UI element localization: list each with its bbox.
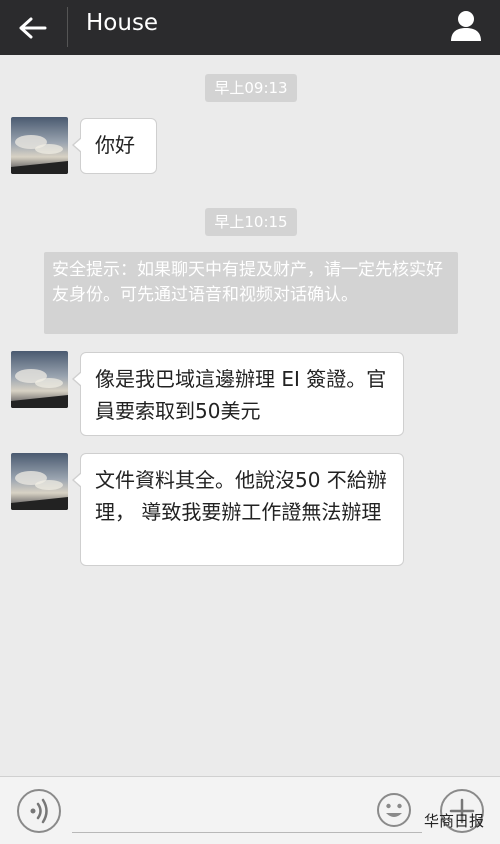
chat-title: House [86, 10, 159, 36]
chat-header: House [0, 0, 500, 55]
watermark: 华商日报 [424, 812, 485, 830]
header-divider [67, 7, 68, 47]
profile-button[interactable] [448, 8, 484, 44]
person-icon [451, 11, 481, 41]
timestamp: 早上09:13 [205, 74, 297, 102]
avatar[interactable] [11, 453, 68, 510]
back-arrow-icon [19, 17, 47, 38]
voice-button[interactable] [17, 789, 61, 833]
security-notice: 安全提示：如果聊天中有提及财产，请一定先核实好友身份。可先通过语音和视频对话确认… [44, 252, 458, 334]
emoji-button[interactable] [376, 792, 412, 828]
avatar-sky-image [11, 453, 68, 510]
avatar[interactable] [11, 117, 68, 174]
message-input[interactable] [72, 795, 422, 833]
avatar[interactable] [11, 351, 68, 408]
message-bubble[interactable]: 像是我巴域這邊辦理 EI 簽證。官員要索取到50美元 [72, 352, 404, 436]
message-bubble[interactable]: 你好 [72, 118, 157, 174]
back-button[interactable] [0, 0, 66, 55]
message-bubble[interactable]: 文件資料其全。他說沒50 不給辦理， 導致我要辦工作證無法辦理 [72, 453, 404, 566]
avatar-sky-image [11, 117, 68, 174]
avatar-sky-image [11, 351, 68, 408]
smiley-icon [377, 793, 411, 827]
voice-icon [30, 798, 48, 824]
timestamp: 早上10:15 [205, 208, 297, 236]
